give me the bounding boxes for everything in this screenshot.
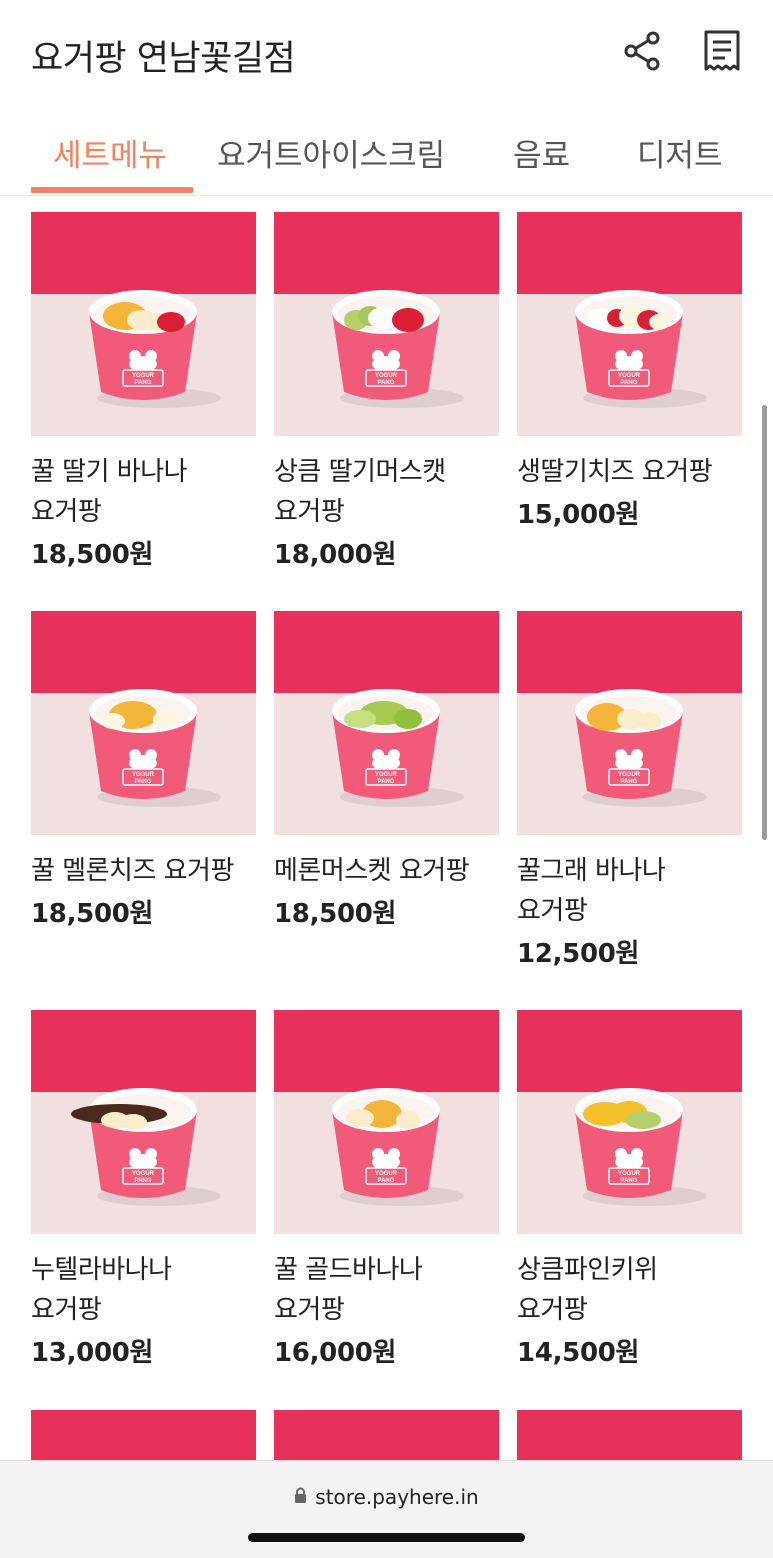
product-image: YOGUR PANG: [274, 611, 499, 835]
svg-text:YOGUR: YOGUR: [132, 373, 155, 379]
svg-text:PANG: PANG: [378, 1178, 395, 1184]
product-card-partial[interactable]: [517, 1410, 742, 1460]
product-price: 18,500원: [31, 540, 154, 570]
svg-text:YOGUR: YOGUR: [375, 373, 398, 379]
product-price: 18,500원: [274, 899, 397, 929]
product-name: 상큼 딸기머스캣 요거팡: [274, 457, 446, 527]
tab-dessert[interactable]: 디저트: [637, 130, 723, 175]
product-price: 18,000원: [274, 540, 397, 570]
product-image: YOGUR PANG: [517, 212, 742, 436]
svg-text:YOGUR: YOGUR: [618, 772, 641, 778]
browser-url-bar: store.payhere.in: [0, 1460, 773, 1558]
svg-text:PANG: PANG: [621, 779, 638, 785]
product-name: 꿀그래 바나나 요거팡: [517, 856, 666, 926]
product-name: 메론머스켓 요거팡: [274, 856, 470, 886]
product-image: YOGUR PANG: [31, 611, 256, 835]
svg-text:YOGUR: YOGUR: [375, 1171, 398, 1177]
product-price: 15,000원: [517, 500, 640, 530]
svg-text:PANG: PANG: [621, 1178, 638, 1184]
svg-text:YOGUR: YOGUR: [132, 1171, 155, 1177]
product-name: 누텔라바나나 요거팡: [31, 1255, 172, 1325]
store-title: 요거팡 연남꽃길점: [31, 39, 296, 79]
product-image: YOGUR PANG: [274, 1010, 499, 1234]
receipt-icon[interactable]: [699, 28, 745, 74]
category-tabs: 세트메뉴 요거트아이스크림 음료 디저트: [0, 108, 773, 196]
tab-yogurt-icecream[interactable]: 요거트아이스크림: [217, 130, 445, 175]
scrollbar[interactable]: [762, 405, 767, 840]
svg-text:PANG: PANG: [135, 1178, 152, 1184]
app-header: 요거팡 연남꽃길점: [0, 0, 773, 108]
product-image: YOGUR PANG: [517, 611, 742, 835]
product-image: YOGUR PANG: [517, 1010, 742, 1234]
svg-text:PANG: PANG: [135, 380, 152, 386]
product-name: 생딸기치즈 요거팡: [517, 457, 713, 487]
tab-drinks[interactable]: 음료: [513, 130, 570, 175]
svg-text:YOGUR: YOGUR: [618, 373, 641, 379]
product-name: 꿀 골드바나나 요거팡: [274, 1255, 423, 1325]
product-card-partial[interactable]: [31, 1410, 256, 1460]
svg-text:YOGUR: YOGUR: [375, 772, 398, 778]
product-name: 상큼파인키위 요거팡: [517, 1255, 658, 1325]
url-text: store.payhere.in: [315, 1485, 479, 1509]
product-image: YOGUR PANG: [274, 212, 499, 436]
home-indicator[interactable]: [248, 1533, 525, 1542]
product-card-partial[interactable]: [274, 1410, 499, 1460]
tab-set-menu[interactable]: 세트메뉴: [53, 130, 167, 175]
product-image: YOGUR PANG: [31, 1010, 256, 1234]
product-price: 13,000원: [31, 1338, 154, 1368]
address-field[interactable]: store.payhere.in: [0, 1485, 773, 1509]
svg-text:PANG: PANG: [378, 779, 395, 785]
svg-text:PANG: PANG: [621, 380, 638, 386]
product-price: 16,000원: [274, 1338, 397, 1368]
svg-text:PANG: PANG: [135, 779, 152, 785]
product-price: 14,500원: [517, 1338, 640, 1368]
product-price: 18,500원: [31, 899, 154, 929]
svg-text:YOGUR: YOGUR: [618, 1171, 641, 1177]
share-icon[interactable]: [619, 28, 665, 74]
product-price: 12,500원: [517, 939, 640, 969]
lock-icon: [294, 1487, 307, 1508]
product-image: YOGUR PANG: [31, 212, 256, 436]
svg-text:PANG: PANG: [378, 380, 395, 386]
active-tab-indicator: [31, 187, 193, 193]
product-name: 꿀 딸기 바나나 요거팡: [31, 457, 188, 527]
product-name: 꿀 멜론치즈 요거팡: [31, 856, 234, 886]
svg-text:YOGUR: YOGUR: [132, 772, 155, 778]
